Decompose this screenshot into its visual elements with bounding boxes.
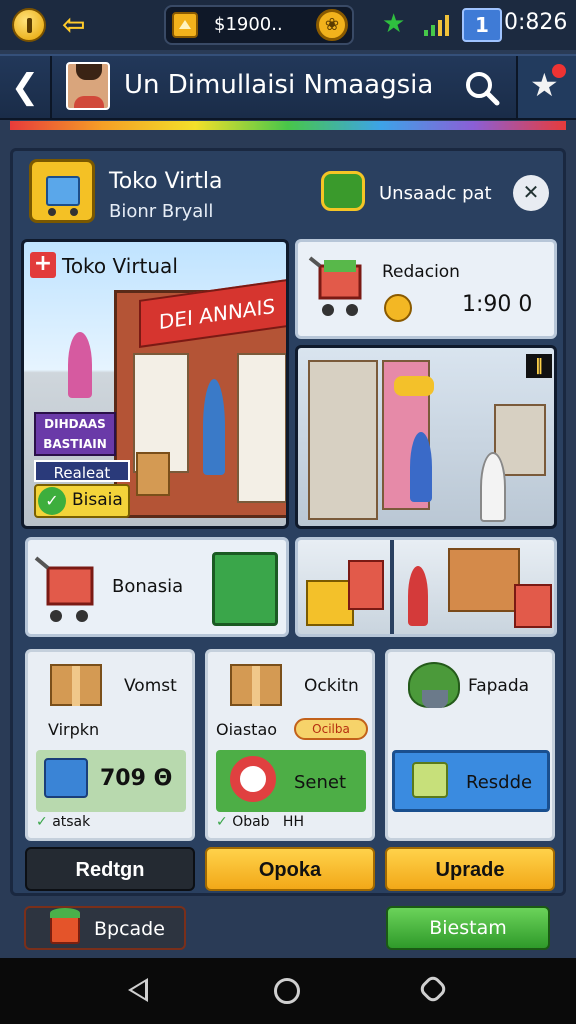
progress-strip [10,121,566,130]
shopper-figure [410,432,432,502]
shop-title: Toko Virtla [109,169,223,194]
release-tag: Realeat [34,460,130,482]
arrow-left-icon[interactable]: ⇦ [62,10,94,40]
opoka-button[interactable]: Opoka [205,847,375,891]
panel-label: Resdde [466,772,533,793]
stall [448,548,520,612]
shopping-cart-icon [308,256,362,316]
lifebuoy-icon [230,756,276,802]
shopper-figure [203,379,225,475]
ticket-label[interactable]: Unsaadc pat [379,183,492,204]
product-price: 709 Θ [100,766,173,791]
system-nav-bar [0,958,576,1024]
page-title: Un Dimullaisi Nmaagsia [124,70,434,100]
nav-back-icon[interactable] [128,978,148,1002]
clerk-figure [68,332,92,398]
product-status: ✓ atsak [36,814,91,830]
upgrade-button[interactable]: Uprade [385,847,555,891]
product-card[interactable]: Ockitn Oiastao Ocilba Senet ✓ Obab HH [205,649,375,841]
bonasia-card[interactable]: Bonasia [25,537,289,637]
shelf [308,360,378,520]
status-bar: ⇦ $1900.. ❀ ★ 1 0:826 [0,0,576,50]
basket-icon [44,758,88,798]
box-icon [230,664,282,706]
redacion-label: Redacion [382,262,460,282]
produce-cart-icon [212,552,278,626]
star-icon: ★ [382,9,406,39]
shop-cart-icon [29,159,95,223]
market-scene[interactable] [295,537,557,637]
redacion-price: 1:90 0 [462,292,533,317]
promo-sign: DIHDAAS BASTIAIN [34,412,116,456]
bonasia-label: Bonasia [112,576,184,597]
gem-icon [412,762,448,798]
product-card[interactable]: Vomst Virpkn 709 Θ ✓ atsak [25,649,195,841]
product-name: Vomst [124,676,177,696]
shopping-cart-icon [348,560,384,610]
product-status-label: Obab [232,814,270,830]
nav-recents-icon[interactable] [417,973,449,1005]
product-pill: Ocilba [294,718,368,740]
gift-button[interactable]: Bpcade [24,906,186,950]
app-header: ❮ Un Dimullaisi Nmaagsia ★ [0,54,576,120]
aisle-scene[interactable]: ‖ [295,345,557,529]
add-money-icon[interactable]: ❀ [316,9,348,41]
notification-dot [552,64,566,78]
search-icon[interactable] [462,68,502,108]
shopping-cart-icon [34,556,94,622]
nav-home-icon[interactable] [274,978,300,1004]
back-button[interactable]: ❮ [0,56,52,118]
product-status-extra: HH [282,814,304,830]
gift-button-label: Bpcade [94,918,165,940]
shelf [237,353,286,503]
status-time: 0:826 [504,10,568,35]
check-icon: ✓ [38,487,66,515]
coin-icon[interactable] [12,8,46,42]
box-icon [50,664,102,706]
redtgn-button[interactable]: Redtgn [25,847,195,891]
storefront-scene[interactable]: + Toko Virtual DEI ANNAIS DIHDAAS BASTIA… [21,239,289,529]
plant-icon [408,662,460,708]
panel-label: Senet [294,772,347,793]
confirm-button[interactable]: Biestam [386,906,550,950]
product-sub: Virpkn [48,720,100,739]
battery-icon: 1 [462,8,502,42]
plus-icon: + [30,252,56,278]
shopper-figure [408,566,428,626]
shop-subtitle: Bionr Bryall [109,201,214,222]
money-counter[interactable]: $1900.. ❀ [164,5,354,45]
store-sign [394,376,434,396]
product-sub: Oiastao [216,720,278,739]
product-name: Fapada [468,676,530,696]
shopping-cart-icon [514,584,552,628]
badge-label: Bisaia [72,490,123,510]
product-status: ✓ Obab HH [216,814,304,830]
clerk-figure [480,452,506,522]
expand-icon[interactable]: ✕ [513,175,549,211]
ticket-icon[interactable] [321,171,365,211]
money-value: $1900.. [214,14,283,35]
basket-icon [306,580,354,626]
product-name: Ockitn [304,676,359,696]
divider [390,540,394,634]
store-sign: DEI ANNAIS [139,278,286,348]
signal-icon [424,15,449,36]
shop-panel: Toko Virtla Bionr Bryall Unsaadc pat ✕ +… [10,148,566,896]
redacion-card[interactable]: Redacion 1:90 0 [295,239,557,339]
pause-icon[interactable]: ‖ [526,354,552,378]
status-badge[interactable]: ✓ Bisaia [34,484,130,518]
gift-icon [50,908,80,944]
piggy-bank-icon [384,294,412,322]
avatar[interactable] [66,62,110,110]
money-icon [172,12,198,38]
boxes-stack [136,452,170,496]
favorites-button[interactable]: ★ [516,56,576,118]
scene-title: Toko Virtual [62,254,178,278]
product-status-label: atsak [52,814,91,830]
product-card[interactable]: Fapada Resdde [385,649,555,841]
